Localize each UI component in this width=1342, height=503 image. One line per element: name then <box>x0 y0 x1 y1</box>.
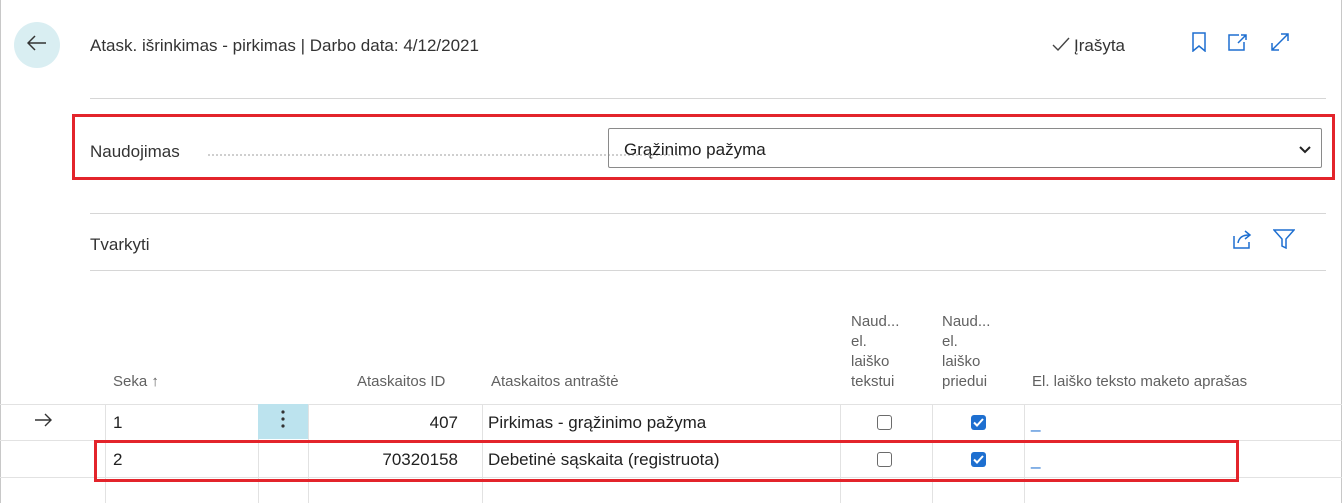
section-actions <box>1233 229 1295 249</box>
table-cell-report-id[interactable]: 70320158 <box>308 450 458 470</box>
grid-line <box>840 404 841 503</box>
header-line: Naud... <box>942 313 991 330</box>
filter-icon[interactable] <box>1273 229 1295 249</box>
checkbox-use-email-attachment[interactable] <box>971 452 986 467</box>
share-icon[interactable] <box>1233 229 1253 249</box>
table-cell-email-layout-desc[interactable]: _ <box>1031 450 1040 470</box>
grid-line <box>1024 404 1025 503</box>
back-button[interactable] <box>14 22 60 68</box>
header-line: laiško <box>851 353 890 370</box>
current-row-arrow-icon <box>34 413 52 432</box>
column-header-report-caption[interactable]: Ataskaitos antraštė <box>491 372 619 392</box>
column-header-report-id[interactable]: Ataskaitos ID <box>357 372 445 392</box>
table-cell-email-layout-desc[interactable]: _ <box>1031 413 1040 433</box>
header-line: priedui <box>942 373 988 390</box>
expand-icon[interactable] <box>1270 32 1290 52</box>
usage-select[interactable]: Grąžinimo pažyma <box>608 128 1322 168</box>
column-header-seq-label: Seka <box>113 373 148 390</box>
header-line: laiško <box>942 353 981 370</box>
page-title: Atask. išrinkimas - pirkimas | Darbo dat… <box>90 36 479 55</box>
usage-select-value: Grąžinimo pažyma <box>624 140 766 159</box>
grid-line <box>482 404 483 503</box>
checkbox-use-email-body[interactable] <box>877 452 892 467</box>
bookmark-icon[interactable] <box>1192 32 1206 52</box>
column-header-email-layout-desc[interactable]: El. laiško teksto maketo aprašas <box>1032 372 1247 392</box>
checkmark-icon <box>1052 36 1070 56</box>
table-cell-report-caption[interactable]: Debetinė sąskaita (registruota) <box>488 450 720 470</box>
grid-line <box>0 477 1342 478</box>
header-line: el. <box>851 333 867 350</box>
saved-status-label: Įrašyta <box>1074 36 1126 55</box>
checkbox-use-email-body[interactable] <box>877 415 892 430</box>
table-cell-report-id[interactable]: 407 <box>308 413 458 433</box>
checkbox-use-email-attachment[interactable] <box>971 415 986 430</box>
more-options-icon <box>281 410 285 433</box>
divider <box>90 213 1326 214</box>
column-header-seq[interactable]: Seka ↑ <box>113 372 159 392</box>
table-cell-seq[interactable]: 1 <box>113 413 122 433</box>
chevron-down-icon <box>1299 142 1311 160</box>
grid-line <box>105 404 106 503</box>
usage-field: Naudojimas Grąžinimo pažyma <box>90 128 1326 174</box>
row-actions-button[interactable] <box>258 404 308 439</box>
back-arrow-icon <box>26 34 47 56</box>
usage-field-label: Naudojimas <box>90 142 180 161</box>
column-header-use-email-body[interactable]: Naud... el. laiško tekstui <box>851 312 899 392</box>
grid-line <box>932 404 933 503</box>
section-title: Tvarkyti <box>90 235 150 254</box>
column-header-use-email-attachment[interactable]: Naud... el. laiško priedui <box>942 312 990 392</box>
grid-line <box>0 440 1342 441</box>
grid-line <box>0 404 1342 405</box>
saved-status: Įrašyta <box>1052 36 1125 56</box>
table-cell-report-caption[interactable]: Pirkimas - grąžinimo pažyma <box>488 413 706 433</box>
divider <box>90 270 1326 271</box>
divider <box>90 98 1326 99</box>
header-line: Naud... <box>851 313 900 330</box>
header-line: tekstui <box>851 373 895 390</box>
sort-ascending-icon: ↑ <box>151 373 159 390</box>
open-new-window-icon[interactable] <box>1228 33 1248 51</box>
header-line: el. <box>942 333 958 350</box>
header-actions <box>1192 32 1290 52</box>
table-cell-seq[interactable]: 2 <box>113 450 122 470</box>
